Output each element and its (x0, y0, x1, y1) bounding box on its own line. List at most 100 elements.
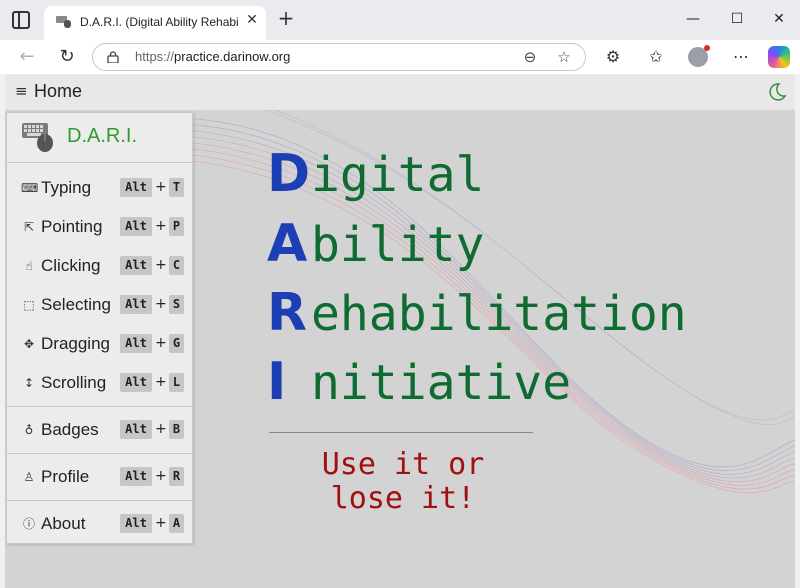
motto-line-2: lose it! (330, 481, 476, 516)
sidebar-item-label: Dragging (41, 334, 110, 353)
shortcut-key: G (169, 334, 184, 353)
acronym-letter: D (267, 144, 311, 204)
dari-favicon-icon (56, 16, 71, 28)
browser-tabstrip: D.A.R.I. (Digital Ability Rehabilitation… (0, 0, 800, 40)
extensions-icon[interactable]: ⚙ (602, 46, 624, 68)
title-line-rehabilitation: Rehabilitation (267, 283, 687, 343)
more-options-icon[interactable]: ⋯ (730, 46, 752, 68)
shortcut-plus: + (155, 468, 167, 484)
copilot-icon[interactable] (768, 46, 790, 68)
app-header: ≡ Home (5, 74, 795, 110)
sidebar-item-label: About (41, 514, 86, 533)
shortcut-key: L (169, 373, 184, 392)
user-icon: ♙ (23, 470, 35, 484)
title-word-rest: bility (311, 217, 485, 273)
info-icon: ⓘ (22, 517, 35, 531)
refresh-icon[interactable]: ↻ (56, 46, 78, 68)
shortcut-modifier-key: Alt (120, 217, 152, 236)
shortcut-modifier-key: Alt (120, 295, 152, 314)
url-text: https://practice.darinow.org (135, 49, 291, 64)
shortcut-key: B (169, 420, 184, 439)
shortcut-key: T (169, 178, 184, 197)
sidebar-item-label: Clicking (41, 256, 101, 275)
shortcut-modifier-key: Alt (120, 514, 152, 533)
keyboard-icon: ⌨ (21, 181, 39, 195)
shortcut-modifier-key: Alt (120, 178, 152, 197)
sidebar-item-badges[interactable]: ♁ Badges Alt + B (7, 411, 192, 449)
minimize-button[interactable]: — (680, 8, 706, 30)
divider (7, 406, 192, 407)
sidebar-item-label: Scrolling (41, 373, 107, 392)
acronym-letter: A (267, 214, 308, 274)
sidebar-item-label: Badges (41, 420, 99, 439)
selection-icon: ⬚ (23, 298, 35, 312)
sidebar-item-typing[interactable]: ⌨ Typing Alt + T (7, 169, 192, 207)
motto: Use it or lose it! (305, 448, 501, 516)
sidebar-item-label: Pointing (41, 217, 103, 236)
title-word-rest: igital (311, 147, 485, 203)
divider (7, 453, 192, 454)
scroll-icon: ↕ (23, 376, 35, 390)
back-icon[interactable]: ← (16, 46, 38, 68)
move-icon: ✥ (23, 337, 35, 351)
maximize-button[interactable]: ☐ (724, 8, 750, 30)
sidebar-brand[interactable]: D.A.R.I. (7, 113, 192, 163)
title-divider (269, 432, 533, 433)
browser-toolbar: ← ↻ https://practice.darinow.org ⊖ ☆ ⚙ ✩… (0, 40, 800, 74)
new-tab-button[interactable]: + (276, 8, 296, 28)
title-line-ability: Ability (267, 214, 484, 274)
shortcut-key: S (169, 295, 184, 314)
tab-actions-icon[interactable] (12, 11, 30, 29)
sidebar-item-profile[interactable]: ♙ Profile Alt + R (7, 458, 192, 496)
title-line-initiative: Initiative (267, 352, 571, 412)
shortcut-plus: + (155, 296, 167, 312)
close-window-button[interactable]: ✕ (766, 8, 792, 30)
sidebar-item-label: Profile (41, 467, 90, 486)
sidebar-item-clicking[interactable]: ☝ Clicking Alt + C (7, 247, 192, 285)
shortcut-modifier-key: Alt (120, 256, 152, 275)
zoom-icon[interactable]: ⊖ (521, 48, 539, 66)
dark-mode-moon-icon[interactable] (767, 82, 787, 102)
sidebar-item-label: Typing (41, 178, 92, 197)
browser-tab[interactable]: D.A.R.I. (Digital Ability Rehabilitation… (44, 6, 266, 40)
shortcut-modifier-key: Alt (120, 420, 152, 439)
badge-icon: ♁ (24, 423, 34, 437)
shortcut-plus: + (155, 374, 167, 390)
title-word-rest: ehabilitation (311, 286, 687, 342)
shortcut-key: P (169, 217, 184, 236)
sidebar-item-about[interactable]: ⓘ About Alt + A (7, 505, 192, 543)
shortcut-plus: + (155, 421, 167, 437)
title-line-digital: Digital (267, 144, 484, 204)
shortcut-plus: + (155, 218, 167, 234)
tab-close-icon[interactable]: ✕ (244, 12, 260, 28)
shortcut-plus: + (155, 515, 167, 531)
acronym-letter: R (267, 283, 308, 343)
sidebar-menu: D.A.R.I. ⌨ Typing Alt + T ⇱ Pointing Alt… (6, 112, 193, 544)
shortcut-key: R (169, 467, 184, 486)
favorites-icon[interactable]: ✩ (645, 46, 667, 68)
motto-line-1: Use it or (321, 447, 485, 482)
shortcut-plus: + (155, 179, 167, 195)
sidebar-item-dragging[interactable]: ✥ Dragging Alt + G (7, 325, 192, 363)
shortcut-plus: + (155, 335, 167, 351)
tab-title: D.A.R.I. (Digital Ability Rehabilitation… (80, 15, 238, 29)
hamburger-menu-icon[interactable]: ≡ (15, 84, 29, 99)
brand-name: D.A.R.I. (67, 125, 138, 147)
keyboard-mouse-logo-icon (22, 123, 53, 152)
web-page: ≡ Home D.A.R.I. ⌨ Typing Alt + T ⇱ Point… (5, 74, 795, 588)
divider (7, 500, 192, 501)
acronym-letter: I (267, 352, 287, 412)
page-title[interactable]: Home (34, 81, 82, 102)
favorite-star-icon[interactable]: ☆ (555, 48, 573, 66)
shortcut-key: C (169, 256, 184, 275)
shortcut-plus: + (155, 257, 167, 273)
sidebar-item-scrolling[interactable]: ↕ Scrolling Alt + L (7, 364, 192, 402)
profile-avatar[interactable] (688, 45, 710, 67)
title-word-rest: nitiative (311, 355, 572, 411)
sidebar-item-selecting[interactable]: ⬚ Selecting Alt + S (7, 286, 192, 324)
shortcut-key: A (169, 514, 184, 533)
address-bar[interactable]: https://practice.darinow.org ⊖ ☆ (92, 43, 586, 71)
sidebar-item-pointing[interactable]: ⇱ Pointing Alt + P (7, 208, 192, 246)
lock-icon (107, 51, 119, 63)
sidebar-item-label: Selecting (41, 295, 111, 314)
